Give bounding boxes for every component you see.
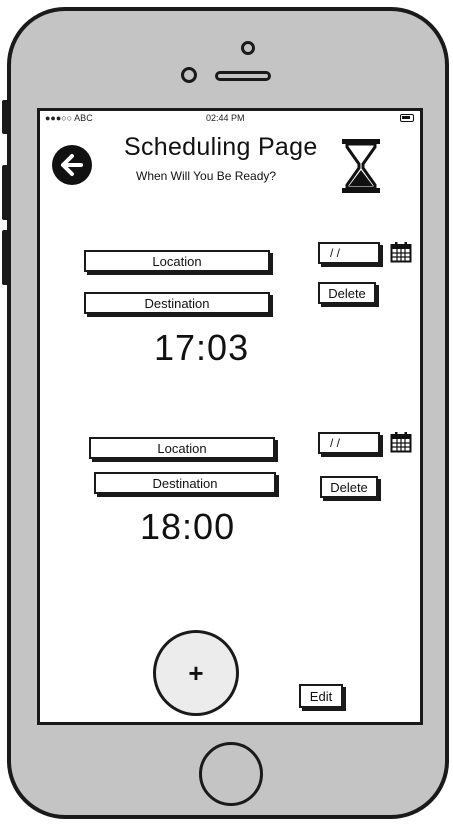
volume-up-button[interactable] — [2, 165, 10, 220]
location-field[interactable]: Location — [89, 437, 275, 459]
date-input[interactable]: / / — [318, 432, 380, 454]
mute-switch[interactable] — [2, 100, 10, 134]
calendar-icon[interactable] — [390, 431, 412, 453]
page-subtitle: When Will You Be Ready? — [136, 169, 277, 183]
page-title: Scheduling Page — [124, 133, 318, 161]
date-input[interactable]: / / — [318, 242, 380, 264]
schedule-time: 17:03 — [154, 327, 250, 368]
schedule-time: 18:00 — [140, 506, 236, 547]
delete-button[interactable]: Delete — [320, 476, 378, 498]
carrier-signal: ●●●○○ ABC — [45, 113, 93, 123]
location-field[interactable]: Location — [84, 250, 270, 272]
home-button[interactable] — [199, 742, 263, 806]
volume-down-button[interactable] — [2, 230, 10, 285]
back-arrow-icon — [61, 154, 83, 176]
destination-field[interactable]: Destination — [94, 472, 276, 494]
earpiece-speaker — [215, 71, 271, 81]
delete-button[interactable]: Delete — [318, 282, 376, 304]
plus-icon: + — [188, 657, 204, 688]
screen: ●●●○○ ABC 02:44 PM Scheduling Page When … — [37, 108, 423, 725]
status-time: 02:44 PM — [206, 113, 245, 123]
destination-field[interactable]: Destination — [84, 292, 270, 314]
proximity-sensor — [181, 67, 197, 83]
front-camera — [241, 41, 255, 55]
status-bar: ●●●○○ ABC 02:44 PM — [40, 111, 420, 125]
add-schedule-button[interactable]: + — [153, 630, 239, 716]
calendar-icon[interactable] — [390, 241, 412, 263]
hourglass-icon — [342, 139, 380, 193]
edit-button[interactable]: Edit — [299, 684, 343, 708]
back-button[interactable] — [52, 145, 92, 185]
battery-icon — [400, 114, 414, 122]
